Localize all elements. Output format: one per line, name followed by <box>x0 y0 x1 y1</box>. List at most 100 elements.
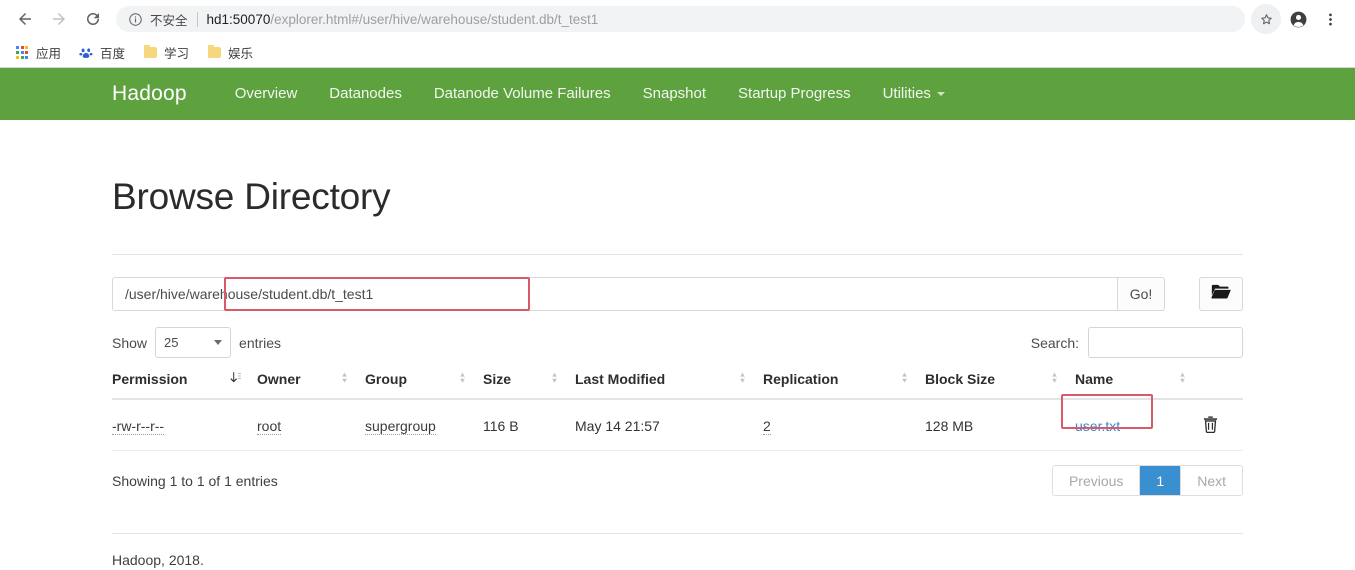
go-button[interactable]: Go! <box>1117 277 1165 311</box>
sort-none-icon <box>550 371 559 387</box>
column-header-group[interactable]: Group <box>365 371 483 400</box>
cell-delete <box>1203 399 1243 451</box>
bookmark-label: 娱乐 <box>228 47 254 61</box>
browser-chrome: 不安全 hd1:50070/explorer.html#/user/hive/w… <box>0 0 1355 68</box>
chevron-down-icon <box>936 92 945 97</box>
cell-replication: 2 <box>763 399 925 451</box>
column-label: Owner <box>257 371 301 387</box>
showing-entries-info: Showing 1 to 1 of 1 entries <box>112 472 278 489</box>
star-icon <box>1258 11 1275 28</box>
apps-grid-icon <box>14 45 30 61</box>
open-folder-icon <box>1211 283 1231 305</box>
column-header-last-modified[interactable]: Last Modified <box>575 371 763 400</box>
column-label: Permission <box>112 371 188 387</box>
nav-link-datanodes[interactable]: Datanodes <box>313 68 418 120</box>
browser-menu-button[interactable] <box>1315 4 1345 34</box>
column-header-name[interactable]: Name <box>1075 371 1203 400</box>
navbar-links: Overview Datanodes Datanode Volume Failu… <box>219 68 961 120</box>
nav-link-utilities[interactable]: Utilities <box>867 68 961 120</box>
search-control: Search: <box>1031 327 1243 358</box>
nav-link-overview[interactable]: Overview <box>219 68 314 120</box>
table-head: Permission Owner Group Size Last Modifie… <box>112 371 1243 400</box>
column-header-block-size[interactable]: Block Size <box>925 371 1075 400</box>
file-name-link[interactable]: user.txt <box>1075 418 1120 434</box>
omnibox[interactable]: 不安全 hd1:50070/explorer.html#/user/hive/w… <box>116 6 1245 32</box>
bookmark-item-entertainment[interactable]: 娱乐 <box>204 42 261 64</box>
cell-name: user.txt <box>1061 394 1203 451</box>
pagination: Previous 1 Next <box>1051 465 1243 496</box>
replication-value[interactable]: 2 <box>763 418 771 435</box>
bookmark-item-study[interactable]: 学习 <box>140 42 197 64</box>
cell-owner: root <box>257 399 365 451</box>
entries-select[interactable]: 25 <box>155 327 232 358</box>
sort-none-icon <box>1178 371 1187 387</box>
bookmarks-bar: 应用 百度 学习 娱乐 <box>0 38 1355 67</box>
nav-link-startup-progress[interactable]: Startup Progress <box>722 68 867 120</box>
cell-permission: -rw-r--r-- <box>112 399 257 451</box>
bookmark-label: 应用 <box>36 47 62 61</box>
reload-button[interactable] <box>78 4 108 34</box>
pagination-next[interactable]: Next <box>1181 466 1242 495</box>
table-header-row: Permission Owner Group Size Last Modifie… <box>112 371 1243 400</box>
column-label: Size <box>483 371 512 387</box>
search-label: Search: <box>1030 334 1079 351</box>
bookmark-item-apps[interactable]: 应用 <box>12 42 69 64</box>
group-value[interactable]: supergroup <box>365 418 436 435</box>
permission-value[interactable]: -rw-r--r-- <box>112 418 165 435</box>
back-button[interactable] <box>10 4 40 34</box>
show-entries-control: Show 25 entries <box>112 327 281 358</box>
table-controls-row: Show 25 entries Search: <box>112 327 1243 358</box>
bookmark-item-baidu[interactable]: 百度 <box>76 42 133 64</box>
sort-none-icon <box>1050 371 1059 387</box>
footer-copyright: Hadoop, 2018. <box>112 552 204 568</box>
hadoop-brand[interactable]: Hadoop <box>112 82 187 106</box>
footer-divider <box>112 533 1243 534</box>
table-footer-row: Showing 1 to 1 of 1 entries Previous 1 N… <box>112 465 1243 496</box>
column-header-replication[interactable]: Replication <box>763 371 925 400</box>
trash-icon[interactable] <box>1203 416 1218 436</box>
column-header-size[interactable]: Size <box>483 371 575 400</box>
pagination-page-1[interactable]: 1 <box>1140 466 1182 495</box>
nav-link-snapshot[interactable]: Snapshot <box>627 68 722 120</box>
omnibox-divider <box>196 11 198 27</box>
entries-select-value: 25 <box>164 335 179 350</box>
table-body: -rw-r--r-- root supergroup 116 B May 14 … <box>112 394 1243 451</box>
chevron-down-icon <box>214 340 223 345</box>
column-header-owner[interactable]: Owner <box>257 371 365 400</box>
info-circle-icon[interactable] <box>128 12 143 27</box>
entries-label: entries <box>239 334 282 351</box>
title-divider <box>112 254 1243 255</box>
column-label: Last Modified <box>575 371 666 387</box>
three-dot-menu-icon <box>1322 11 1339 28</box>
sort-desc-icon <box>230 371 241 387</box>
chrome-right-actions <box>1251 4 1345 34</box>
nav-link-datanode-volume-failures[interactable]: Datanode Volume Failures <box>418 68 627 120</box>
owner-value[interactable]: root <box>257 418 282 435</box>
sort-none-icon <box>738 371 747 387</box>
column-label: Replication <box>763 371 839 387</box>
forward-button[interactable] <box>44 4 74 34</box>
parent-directory-button[interactable] <box>1199 277 1243 311</box>
column-header-actions <box>1203 371 1243 400</box>
back-arrow-icon <box>16 10 34 28</box>
bookmark-label: 百度 <box>100 47 126 61</box>
security-status-label: 不安全 <box>150 13 188 28</box>
path-input[interactable] <box>112 277 1117 311</box>
sort-none-icon <box>900 371 909 387</box>
path-row: Go! <box>112 277 1243 311</box>
nav-link-utilities-label: Utilities <box>882 85 931 102</box>
column-label: Name <box>1075 371 1114 387</box>
sort-none-icon <box>458 371 467 387</box>
table-row: -rw-r--r-- root supergroup 116 B May 14 … <box>112 394 1243 451</box>
search-input[interactable] <box>1088 327 1243 358</box>
bookmark-star-button[interactable] <box>1251 4 1281 34</box>
path-input-group: Go! <box>112 277 1165 311</box>
pagination-previous[interactable]: Previous <box>1052 466 1141 495</box>
browser-toolbar: 不安全 hd1:50070/explorer.html#/user/hive/w… <box>0 0 1355 38</box>
profile-button[interactable] <box>1283 4 1313 34</box>
baidu-paw-icon <box>78 45 94 61</box>
bookmark-label: 学习 <box>164 47 190 61</box>
column-header-permission[interactable]: Permission <box>112 371 257 400</box>
forward-arrow-icon <box>50 10 68 28</box>
url-host: hd1:50070 <box>206 11 271 27</box>
